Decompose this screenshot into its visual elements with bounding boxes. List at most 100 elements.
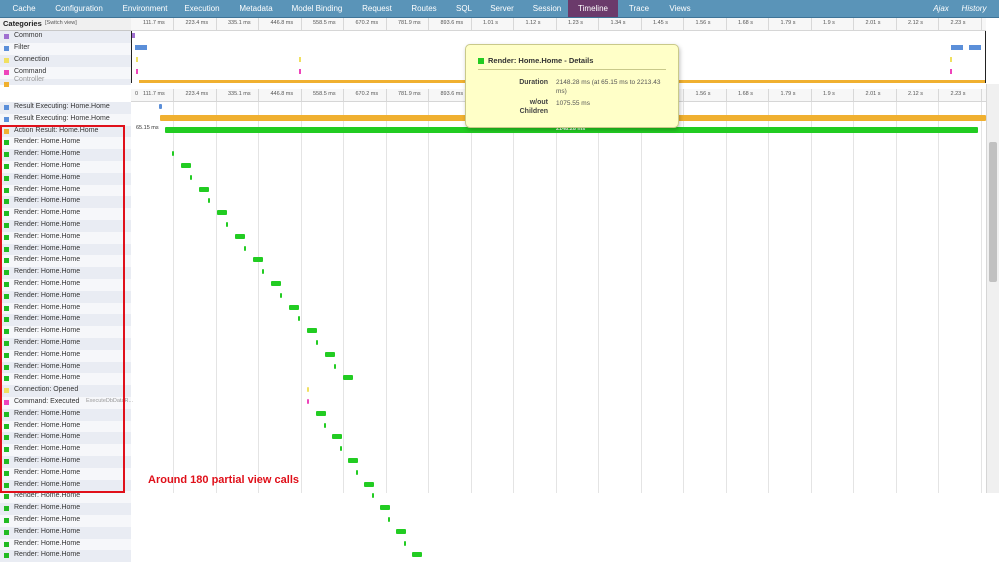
render-bar[interactable]	[226, 222, 228, 227]
category-row[interactable]: Connection	[0, 55, 131, 67]
ruler-tick-line	[215, 89, 217, 101]
event-row[interactable]: Render: Home.Home	[0, 550, 131, 562]
switch-view-link[interactable]: [Switch view]	[45, 20, 77, 26]
nav-tab-routes[interactable]: Routes	[406, 0, 442, 17]
ruler-tick-label: 1.56 s	[695, 20, 711, 26]
ruler-tick-line	[725, 89, 727, 101]
nav-tab-trace[interactable]: Trace	[624, 0, 654, 17]
render-bar[interactable]	[307, 328, 317, 334]
ruler-tick-label: 670.2 ms	[355, 20, 379, 26]
overview-common-mark	[132, 33, 135, 38]
categories-title: Categories	[3, 19, 42, 28]
category-row[interactable]: Common	[0, 31, 131, 43]
tooltip-title: Render: Home.Home - Details	[488, 56, 594, 65]
render-bar[interactable]	[181, 163, 191, 168]
render-bar[interactable]	[217, 210, 227, 216]
event-label: Result Executing: Home.Home	[14, 114, 110, 122]
ruler-tick-label: 223.4 ms	[185, 91, 209, 97]
event-row[interactable]: Render: Home.Home	[0, 538, 131, 551]
render-bar[interactable]	[316, 410, 326, 416]
event-row[interactable]: Render: Home.Home	[0, 503, 131, 516]
scrollbar-thumb[interactable]	[989, 142, 997, 282]
nav-tab-session[interactable]: Session	[527, 0, 567, 17]
nav-ajax[interactable]: Ajax	[924, 0, 958, 17]
event-color-swatch	[4, 518, 9, 523]
highlight-box	[0, 125, 125, 493]
render-bar[interactable]	[289, 304, 299, 310]
category-color-swatch	[4, 58, 9, 63]
event-row[interactable]: Result Executing: Home.Home	[0, 113, 131, 126]
timeline-gridline	[598, 102, 599, 493]
render-bar[interactable]	[244, 245, 246, 251]
category-color-swatch	[4, 34, 9, 39]
event-label: Render: Home.Home	[14, 539, 81, 547]
nav-tab-server[interactable]: Server	[487, 0, 517, 17]
nav-tab-cache[interactable]: Cache	[4, 0, 44, 17]
render-bar[interactable]	[190, 174, 192, 180]
vertical-scrollbar[interactable]	[986, 84, 999, 493]
render-bar[interactable]	[235, 233, 245, 239]
ruler-tick-label: 781.9 ms	[398, 91, 421, 97]
render-bar[interactable]	[280, 292, 282, 298]
command-executed-bar[interactable]	[307, 399, 309, 404]
nav-tab-timeline[interactable]: Timeline	[568, 0, 618, 17]
duration-key: Duration	[519, 79, 548, 86]
render-bar[interactable]	[412, 552, 422, 558]
render-bar[interactable]	[364, 481, 374, 487]
render-bar[interactable]	[404, 540, 406, 546]
nav-tab-views[interactable]: Views	[663, 0, 697, 17]
nav-tab-model-binding[interactable]: Model Binding	[287, 0, 347, 17]
timeline-gridline	[895, 102, 897, 493]
render-bar[interactable]	[356, 469, 358, 475]
event-row[interactable]: Render: Home.Home	[0, 515, 131, 527]
render-bar[interactable]	[325, 351, 335, 357]
render-bar[interactable]	[380, 505, 390, 511]
nav-tab-execution[interactable]: Execution	[180, 0, 224, 17]
nav-history[interactable]: History	[957, 0, 991, 17]
render-bar[interactable]	[262, 269, 264, 275]
render-bar[interactable]	[253, 257, 263, 263]
render-bar[interactable]	[340, 446, 342, 452]
nav-tab-sql[interactable]: SQL	[452, 0, 476, 17]
overview-filter-mark	[951, 45, 963, 50]
category-row[interactable]: Controller	[0, 76, 131, 87]
ruler-tick-line	[343, 18, 344, 30]
render-bar[interactable]	[324, 422, 326, 428]
ruler-tick-line	[385, 18, 387, 30]
render-bar[interactable]	[388, 517, 390, 522]
render-bar[interactable]	[343, 375, 353, 381]
ruler-tick-label: 2.12 s	[908, 91, 923, 97]
render-bar[interactable]	[396, 528, 406, 534]
render-bar[interactable]	[199, 186, 209, 192]
render-bar[interactable]	[316, 340, 318, 345]
render-bar[interactable]	[334, 363, 336, 369]
timeline-gridline	[725, 102, 727, 493]
ruler-tick-label: 1.9 s	[823, 91, 835, 97]
ruler-tick-line	[555, 18, 557, 30]
nav-tab-metadata[interactable]: Metadata	[234, 0, 278, 17]
ruler-tick-label: 558.5 ms	[313, 91, 336, 97]
event-row[interactable]: Render: Home.Home	[0, 491, 131, 504]
nav-tab-configuration[interactable]: Configuration	[46, 0, 112, 17]
category-row[interactable]: Filter	[0, 43, 131, 55]
overview-end-marker	[985, 31, 986, 83]
render-bar[interactable]	[208, 198, 210, 204]
connection-opened-bar[interactable]	[307, 387, 309, 393]
ruler-tick-line	[300, 89, 302, 101]
render-bar[interactable]	[172, 151, 174, 157]
render-bar[interactable]	[332, 434, 342, 440]
event-row[interactable]: Render: Home.Home	[0, 526, 131, 539]
ruler-tick-label: 223.4 ms	[185, 20, 209, 26]
event-row[interactable]: Result Executing: Home.Home	[0, 102, 131, 114]
category-label: Filter	[14, 44, 30, 51]
result-executing-bar[interactable]	[159, 104, 162, 109]
render-bar[interactable]	[372, 493, 374, 499]
render-color-swatch	[478, 58, 484, 64]
ruler-tick-label: 1.68 s	[738, 20, 753, 26]
render-bar[interactable]	[271, 281, 281, 286]
nav-tab-request[interactable]: Request	[358, 0, 396, 17]
nav-tab-environment[interactable]: Environment	[116, 0, 174, 17]
render-bar[interactable]	[298, 316, 300, 322]
render-bar[interactable]	[348, 458, 358, 463]
timeline-gridline	[640, 102, 642, 493]
